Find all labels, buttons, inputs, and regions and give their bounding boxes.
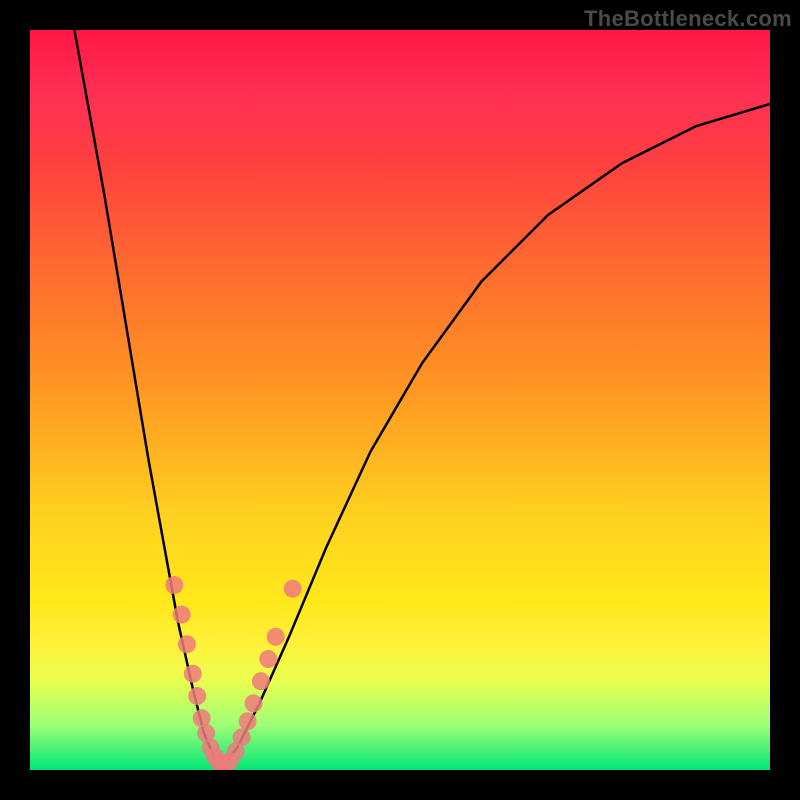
data-dot <box>239 712 257 730</box>
watermark: TheBottleneck.com <box>584 6 792 32</box>
data-dot <box>184 665 202 683</box>
data-dot <box>178 635 196 653</box>
data-dot <box>173 606 191 624</box>
data-dot <box>267 628 285 646</box>
data-dots <box>165 576 301 770</box>
right-curve <box>222 104 770 766</box>
chart-svg <box>30 30 770 770</box>
chart-plot-area <box>30 30 770 770</box>
data-dot <box>252 672 270 690</box>
left-curve <box>74 30 222 766</box>
data-dot <box>259 650 277 668</box>
chart-frame: TheBottleneck.com <box>0 0 800 800</box>
data-dot <box>233 728 251 746</box>
data-dot <box>284 580 302 598</box>
data-dot <box>245 694 263 712</box>
data-dot <box>188 687 206 705</box>
data-dot <box>165 576 183 594</box>
